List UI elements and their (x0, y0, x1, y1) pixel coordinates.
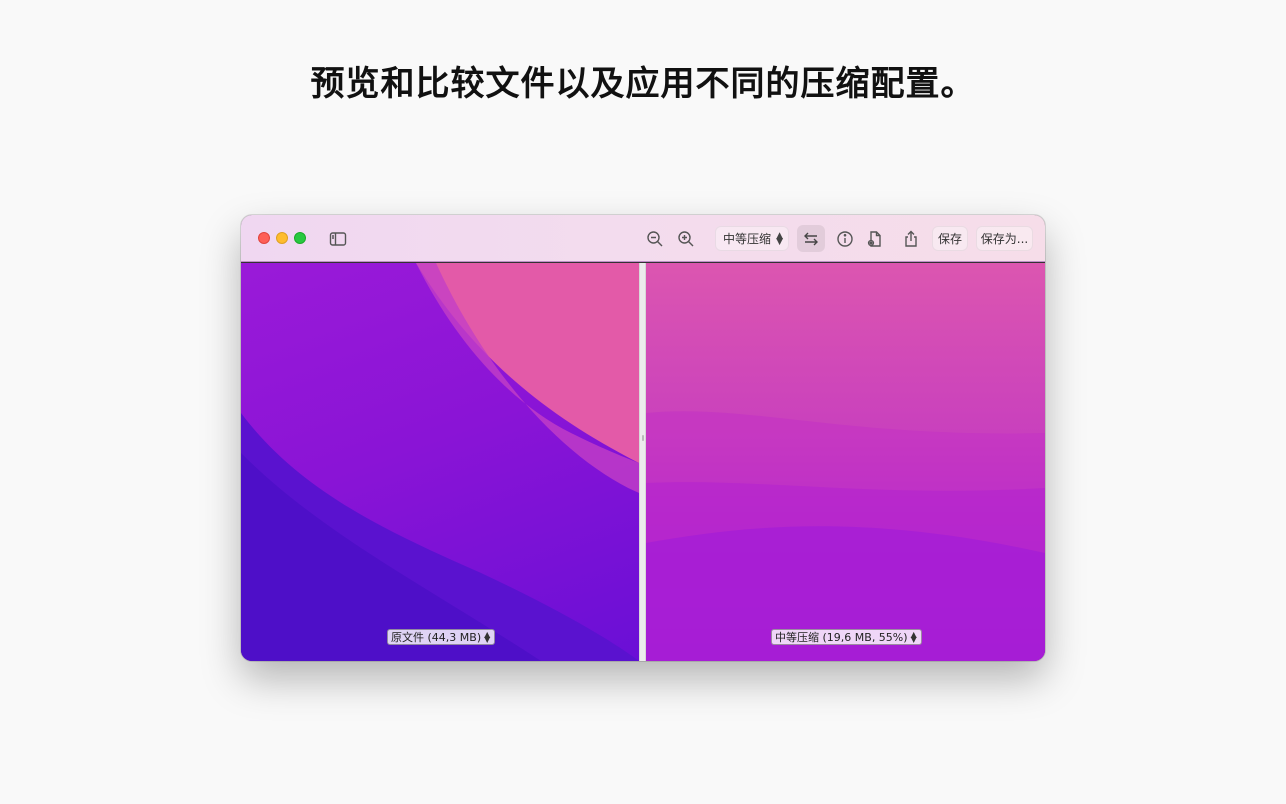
original-image (241, 263, 639, 661)
compressed-file-label: 中等压缩 (19,6 MB, 55%) (775, 631, 908, 644)
swap-panes-button[interactable] (797, 225, 825, 252)
compressed-image (646, 411, 1045, 661)
compressed-file-selector[interactable]: 中等压缩 (19,6 MB, 55%) ▲ ▼ (771, 629, 922, 645)
split-divider[interactable] (639, 263, 646, 661)
swap-icon (804, 232, 818, 245)
original-preview-pane[interactable] (241, 263, 639, 661)
zoom-out-icon (647, 231, 663, 247)
original-file-label: 原文件 (44,3 MB) (391, 631, 482, 644)
close-window-button[interactable] (258, 232, 270, 244)
document-settings-button[interactable] (863, 227, 887, 251)
original-file-selector[interactable]: 原文件 (44,3 MB) ▲ ▼ (387, 629, 496, 645)
compressed-preview-pane[interactable] (646, 263, 1045, 661)
compression-preset-value: 中等压缩 (723, 232, 772, 246)
share-button[interactable] (899, 227, 923, 251)
zoom-in-icon (678, 231, 694, 247)
save-button[interactable]: 保存 (932, 226, 968, 251)
chevron-up-down-icon: ▲ ▼ (910, 630, 917, 644)
sidebar-toggle-button[interactable] (326, 227, 350, 251)
divider-handle[interactable] (642, 435, 644, 441)
zoom-in-button[interactable] (674, 227, 698, 251)
document-gear-icon (867, 231, 881, 247)
maximize-window-button[interactable] (294, 232, 306, 244)
page-headline: 预览和比较文件以及应用不同的压缩配置。 (310, 64, 976, 104)
compression-preset-select[interactable]: 中等压缩 ▲ ▼ (715, 226, 789, 251)
sidebar-icon (329, 232, 347, 246)
minimize-window-button[interactable] (276, 232, 288, 244)
chevron-up-down-icon: ▲ ▼ (484, 630, 491, 644)
info-button[interactable] (833, 227, 857, 251)
toolbar: 中等压缩 ▲ ▼ 保存 保存为... (241, 215, 1045, 262)
chevron-up-down-icon: ▲ ▼ (776, 231, 783, 247)
zoom-out-button[interactable] (643, 227, 667, 251)
app-window: 中等压缩 ▲ ▼ 保存 保存为... 原文件 (44,3 MB) ▲ ▼ 中等压… (241, 215, 1045, 661)
info-icon (837, 231, 853, 247)
save-as-button[interactable]: 保存为... (976, 226, 1033, 251)
share-icon (905, 230, 917, 247)
